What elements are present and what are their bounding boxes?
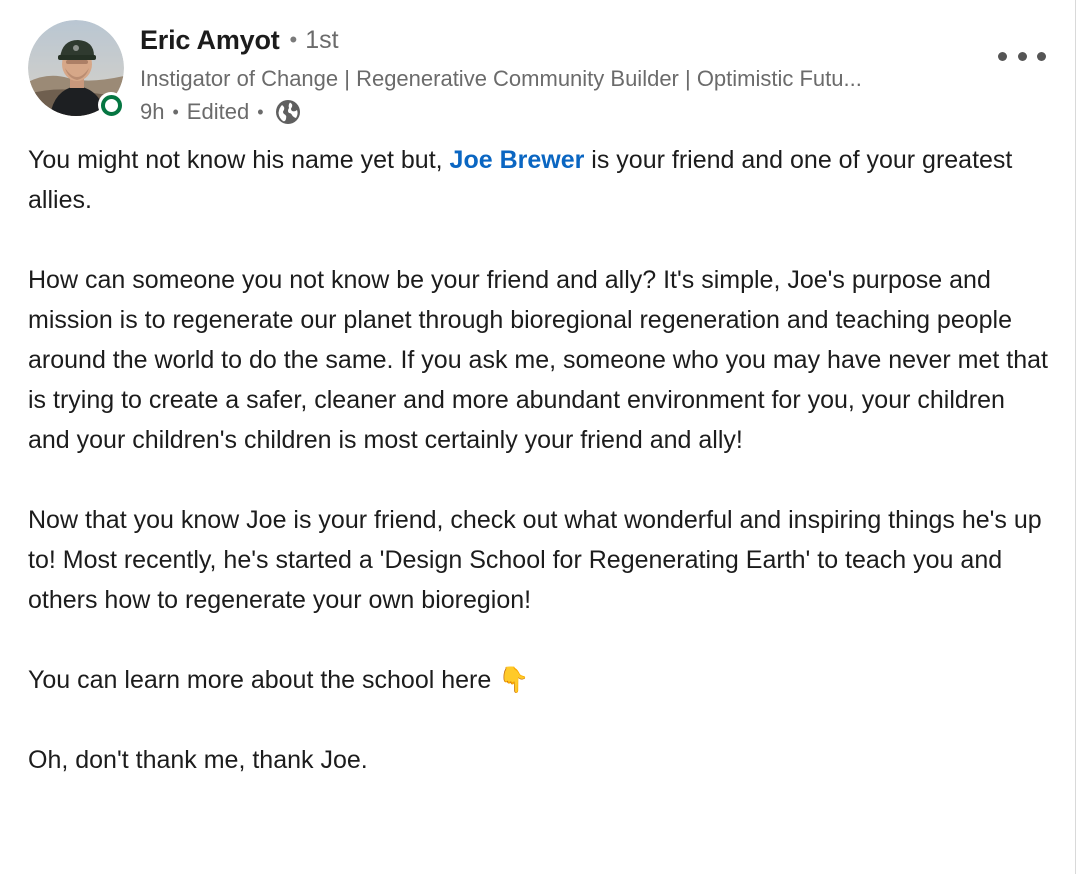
- author-name[interactable]: Eric Amyot: [140, 25, 280, 56]
- post-timestamp-row: 9h • Edited •: [140, 96, 1020, 128]
- author-avatar[interactable]: [28, 20, 124, 118]
- more-options-button[interactable]: [998, 44, 1046, 68]
- post-paragraph-4: You can learn more about the school here…: [28, 666, 530, 694]
- more-horizontal-icon-dot: [1037, 51, 1046, 61]
- more-horizontal-icon-dot: [998, 51, 1007, 61]
- bullet-separator: •: [257, 101, 264, 122]
- author-name-row: Eric Amyot • 1st: [140, 18, 1020, 62]
- bullet-separator: •: [289, 27, 298, 52]
- author-meta: Eric Amyot • 1st Instigator of Change | …: [140, 18, 1020, 128]
- mention-joe-brewer[interactable]: Joe Brewer: [450, 146, 585, 174]
- globe-icon: [275, 100, 300, 124]
- paragraph-text: You might not know his name yet but,: [28, 146, 450, 174]
- post-paragraph-5: Oh, don't thank me, thank Joe.: [28, 746, 368, 774]
- author-headline[interactable]: Instigator of Change | Regenerative Comm…: [140, 62, 976, 96]
- post-paragraph-3: Now that you know Joe is your friend, ch…: [28, 506, 1042, 614]
- post-body: You might not know his name yet but, Joe…: [28, 140, 1048, 820]
- online-ring: [100, 94, 122, 116]
- edited-label: Edited: [186, 99, 250, 124]
- post-header: Eric Amyot • 1st Instigator of Change | …: [28, 18, 1076, 128]
- post-paragraph-2: How can someone you not know be your fri…: [28, 266, 1048, 454]
- post-card: Eric Amyot • 1st Instigator of Change | …: [0, 0, 1076, 874]
- more-horizontal-icon-dot: [1017, 51, 1027, 61]
- connection-degree: 1st: [305, 25, 339, 54]
- post-paragraph-1: You might not know his name yet but, Joe…: [28, 140, 1048, 220]
- bullet-separator: •: [172, 101, 179, 122]
- online-status-icon: [98, 92, 124, 118]
- post-time: 9h: [140, 99, 165, 124]
